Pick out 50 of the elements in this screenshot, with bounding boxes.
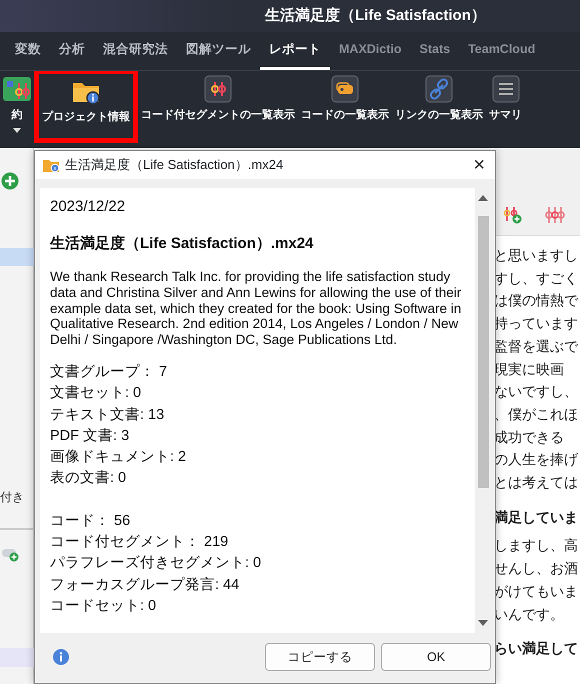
statistic-text: テキスト文書: 13	[50, 406, 166, 425]
scroll-up-icon[interactable]	[478, 194, 488, 202]
statistic-text: コード： 56	[50, 512, 132, 531]
coded-segment-icon	[204, 75, 232, 103]
statistic-text: 画像ドキュメント: 2	[50, 448, 188, 468]
project-description: We thank Research Talk Inc. for providing the life satisfaction study data and Christina Silver and Ann Lewins for allowing the use of their example data set, which they created for the book: Using Software in Qualitative Research. 2nd edition 2014, Los Angeles / London / New Delhi / Singapore /Washington DC, Sage Publications Ltd.	[50, 269, 462, 348]
document-text: しますし、高	[494, 536, 579, 556]
ribbon-tab[interactable]: 分析	[50, 32, 94, 70]
statistic-text: 文書グループ： 7	[50, 362, 168, 382]
statistic-text: PDF 文書: 3	[50, 426, 130, 446]
dialog-button[interactable]: OK	[381, 643, 491, 671]
document-text: すし、すごく	[494, 268, 579, 288]
selected-row	[0, 248, 34, 266]
statistic-text: コード付セグメント： 219	[50, 533, 230, 552]
date-text: 2023/12/22	[50, 197, 126, 217]
ribbon-button[interactable]: サマリ	[486, 71, 525, 148]
ribbon-tab[interactable]: 混合研究法	[94, 32, 177, 70]
ribbon-button[interactable]: コード付セグメントの一覧表示	[138, 71, 298, 148]
statistic-text: コードセット: 0	[50, 596, 158, 616]
ribbon-button[interactable]: 約	[0, 71, 34, 148]
statistic-text: 文書セット: 0	[50, 384, 142, 404]
dialog-button[interactable]: コピーする	[265, 643, 375, 671]
tag-icon	[331, 75, 359, 103]
document-heading: らい満足して	[494, 639, 579, 658]
ribbon-button[interactable]: コードの一覧表示	[298, 71, 392, 148]
scroll-thumb[interactable]	[478, 216, 489, 488]
document-text: 成功できる	[494, 428, 565, 447]
ribbon-tab[interactable]: 変数	[6, 32, 50, 70]
statistic-text: フォーカスグループ発言: 44	[50, 576, 240, 595]
folder-info-icon	[43, 158, 59, 172]
document-text: とは考えては	[494, 473, 579, 492]
code-icon[interactable]	[544, 205, 566, 225]
scroll-down-icon[interactable]	[478, 619, 488, 627]
document-text: と思いますし	[494, 246, 579, 265]
statistic-text: 表の文書: 0	[50, 469, 128, 488]
ribbon-button[interactable]: リンクの一覧表示	[392, 71, 486, 148]
ribbon-button[interactable]: プロジェクト情報	[34, 71, 138, 143]
project-name: 生活満足度（Life Satisfaction）.mx24	[50, 234, 314, 254]
info-icon	[53, 649, 69, 665]
add-code-icon[interactable]	[502, 205, 524, 225]
window-title: 生活満足度（Life Satisfaction）	[265, 7, 486, 24]
summary-icon	[3, 75, 31, 103]
ribbon-tab[interactable]: 図解ツール	[177, 32, 260, 70]
link-icon	[425, 75, 453, 103]
sidebar-label: 付き	[0, 489, 24, 506]
dialog-title: 生活満足度（Life Satisfaction）.mx24	[65, 156, 284, 174]
close-button[interactable]: ×	[463, 155, 495, 175]
document-text: せんし、お酒	[494, 559, 579, 578]
table-icon	[492, 75, 520, 103]
statistic-text: パラフレーズ付きセグメント: 0	[50, 554, 262, 574]
